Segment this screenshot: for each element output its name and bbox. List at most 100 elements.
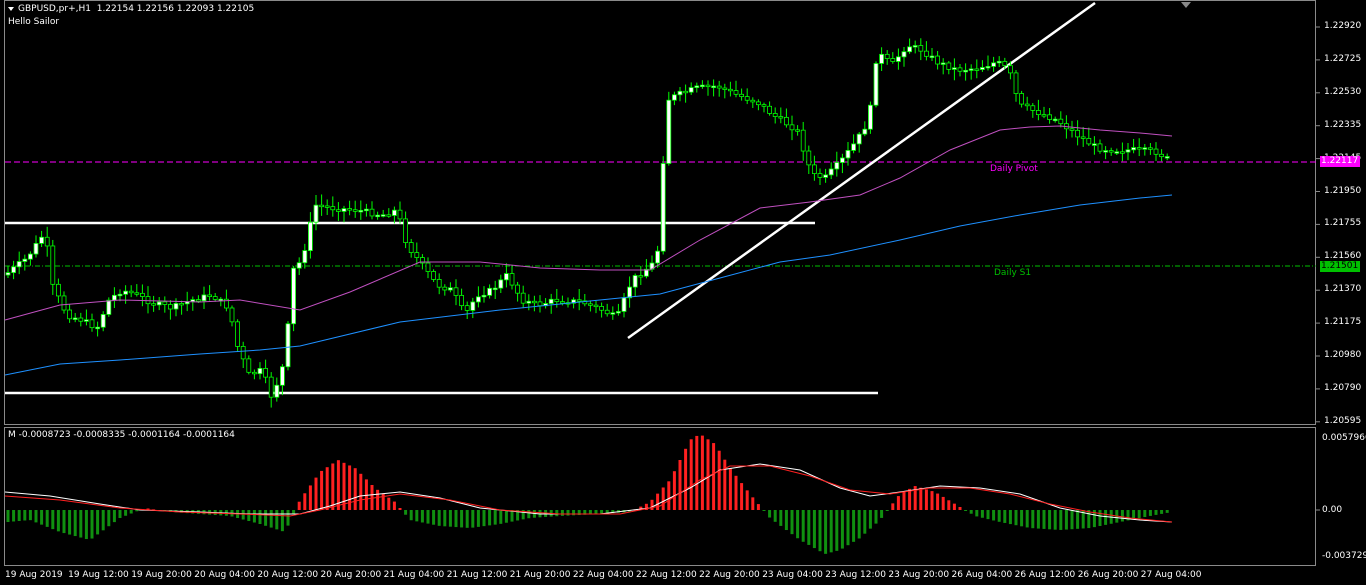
candle-body xyxy=(638,275,644,278)
candle-body xyxy=(532,300,537,304)
candle-body xyxy=(397,209,403,220)
candle-body xyxy=(996,60,1002,64)
candle-body xyxy=(862,128,868,135)
candle-body xyxy=(767,105,772,114)
candle-body xyxy=(503,273,509,281)
candle-body xyxy=(285,323,291,368)
histogram-bar xyxy=(1059,510,1063,530)
candle-body xyxy=(425,262,431,272)
histogram-bar xyxy=(952,503,956,510)
histogram-bar xyxy=(23,510,27,521)
candle-body xyxy=(688,87,694,93)
histogram-bar xyxy=(269,510,273,528)
histogram-bar xyxy=(885,510,889,511)
candle-body xyxy=(537,301,543,307)
time-tick-label: 21 Aug 04:00 xyxy=(383,570,445,580)
price-series-layer xyxy=(4,1,1320,423)
candle-body xyxy=(918,45,924,52)
candle-body xyxy=(22,258,28,262)
candle-body xyxy=(912,45,918,48)
candle-body xyxy=(358,210,364,213)
candle-body xyxy=(968,68,974,71)
time-tick-label: 20 Aug 12:00 xyxy=(257,570,319,580)
candle-body xyxy=(78,317,84,322)
candle-body xyxy=(195,299,201,302)
histogram-bar xyxy=(392,501,396,510)
histogram-bar xyxy=(891,503,895,510)
indicator-series-layer xyxy=(4,435,1320,554)
candle-body xyxy=(44,236,50,247)
candle-body xyxy=(50,245,56,285)
histogram-bar xyxy=(398,508,402,510)
candle-body xyxy=(335,209,341,212)
candle-body xyxy=(302,250,308,264)
candle-body xyxy=(957,67,963,72)
s1-price-tag: 1.21501 xyxy=(1320,261,1360,272)
price-tick-label: 1.21370 xyxy=(1324,284,1362,295)
candle-body xyxy=(1120,151,1125,154)
histogram-bar xyxy=(135,510,139,512)
histogram-bar xyxy=(96,510,100,535)
candle-body xyxy=(100,314,106,328)
candle-body xyxy=(924,50,929,57)
histogram-bar xyxy=(499,510,503,524)
candle-body xyxy=(800,129,806,152)
histogram-bar xyxy=(493,510,497,525)
histogram-bar xyxy=(740,483,744,510)
histogram-bar xyxy=(51,510,55,530)
candle-body xyxy=(1036,110,1041,116)
price-tick-label: 1.20790 xyxy=(1324,382,1362,393)
candle-body xyxy=(1164,156,1170,159)
price-tick-label: 1.22725 xyxy=(1324,53,1362,64)
histogram-bar xyxy=(835,510,839,551)
time-tick-label: 22 Aug 12:00 xyxy=(636,570,697,580)
histogram-bar xyxy=(880,510,884,518)
histogram-bar xyxy=(370,485,374,510)
histogram-bar xyxy=(62,510,66,534)
histogram-bar xyxy=(280,510,284,532)
candle-body xyxy=(588,303,593,306)
candle-body xyxy=(487,287,493,296)
daily-pivot-label: Daily Pivot xyxy=(990,164,1038,174)
daily-s1-label: Daily S1 xyxy=(994,268,1032,278)
histogram-bar xyxy=(482,510,486,527)
candle-body xyxy=(666,99,672,164)
histogram-bar xyxy=(79,510,83,538)
histogram-bar xyxy=(1087,510,1091,529)
expert-advisor-name: Hello Sailor xyxy=(8,17,60,27)
candle-body xyxy=(207,294,213,297)
time-tick-label: 26 Aug 20:00 xyxy=(1077,570,1139,580)
histogram-bar xyxy=(1053,510,1057,530)
candle-body xyxy=(879,53,884,64)
candle-body xyxy=(330,206,336,211)
histogram-bar xyxy=(992,510,996,521)
histogram-bar xyxy=(964,510,968,511)
histogram-bar xyxy=(846,510,850,546)
candle-body xyxy=(593,304,599,308)
candle-body xyxy=(716,85,722,89)
price-tick-label: 1.22530 xyxy=(1324,86,1362,97)
histogram-bar xyxy=(1036,510,1040,529)
histogram-bar xyxy=(684,448,688,510)
histogram-bar xyxy=(68,510,72,535)
candle-body xyxy=(240,346,246,360)
candle-body xyxy=(352,209,358,212)
histogram-bar xyxy=(768,510,772,518)
histogram-bar xyxy=(801,510,805,542)
candle-body xyxy=(576,299,582,302)
price-tick-label: 1.21175 xyxy=(1324,317,1362,328)
candle-body xyxy=(705,84,711,88)
candle-body xyxy=(856,133,862,145)
histogram-bar xyxy=(101,510,105,531)
chevron-down-icon[interactable] xyxy=(8,6,14,11)
candle-body xyxy=(806,150,812,166)
candle-body xyxy=(621,297,627,312)
histogram-bar xyxy=(34,510,38,523)
candle-body xyxy=(72,317,78,320)
histogram-bar xyxy=(1104,510,1108,525)
candle-body xyxy=(677,90,683,96)
histogram-bar xyxy=(734,475,738,510)
candle-body xyxy=(750,99,756,103)
candle-body xyxy=(632,275,638,288)
indicator-tick-label: 0.00 xyxy=(1322,505,1343,515)
